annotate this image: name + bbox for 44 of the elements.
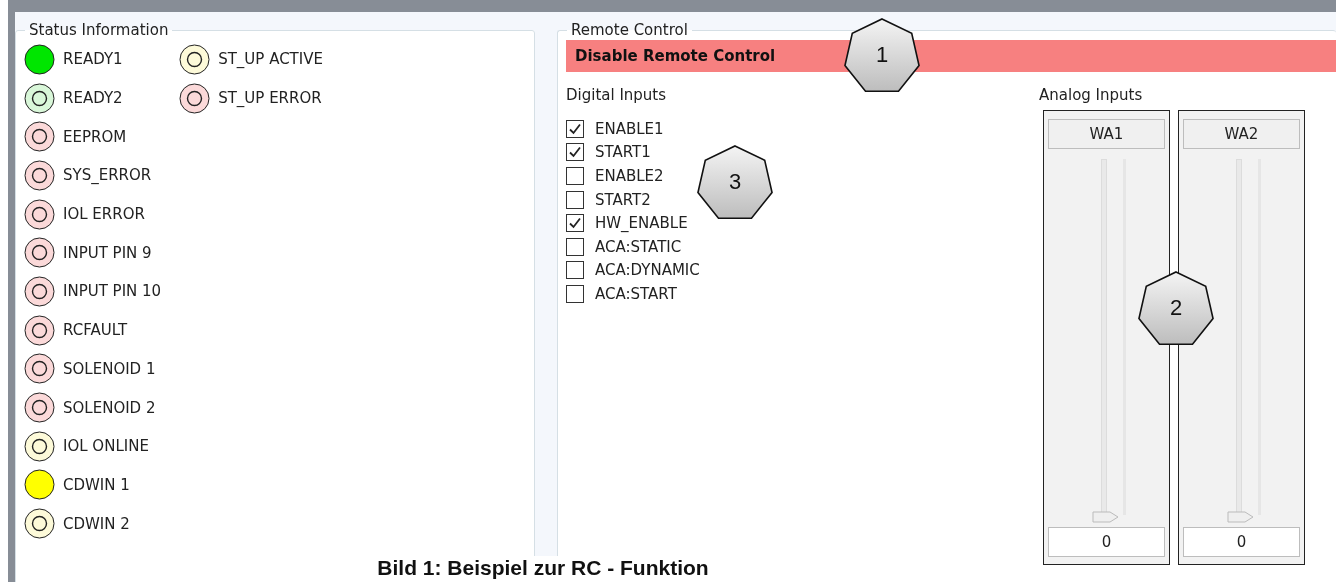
channel-header[interactable]: WA1 — [1048, 119, 1165, 149]
status-label: SOLENOID 1 — [63, 359, 156, 378]
checkbox[interactable] — [566, 167, 584, 185]
group-title: Remote Control — [570, 20, 689, 40]
checkbox-label: ACA:DYNAMIC — [595, 261, 700, 280]
checkbox[interactable] — [566, 143, 584, 162]
value-field[interactable]: 0 — [1048, 527, 1165, 557]
checkbox[interactable] — [566, 190, 584, 209]
checkbox[interactable] — [566, 119, 584, 138]
status-label: RCFAULT — [63, 321, 128, 340]
callout-marker: 3 — [695, 142, 775, 222]
status-label: SYS_ERROR — [63, 166, 152, 185]
status-label: READY1 — [63, 50, 123, 69]
status-label: ST_UP ERROR — [218, 89, 322, 108]
value-field[interactable]: 0 — [1183, 527, 1300, 557]
group-title: Status Information — [28, 20, 170, 40]
callout-marker: 2 — [1136, 268, 1216, 348]
checkbox[interactable] — [566, 214, 584, 233]
status-label: SOLENOID 2 — [63, 398, 156, 417]
checkbox-label: ENABLE1 — [595, 119, 664, 138]
checkbox-label: START2 — [595, 190, 651, 209]
section-title: Digital Inputs — [566, 86, 668, 106]
checkbox[interactable] — [566, 261, 584, 280]
status-label: INPUT PIN 9 — [63, 243, 152, 262]
status-label: CDWIN 2 — [63, 514, 130, 533]
slider-thumb[interactable] — [1092, 511, 1120, 523]
status-label: INPUT PIN 10 — [63, 282, 162, 301]
checkbox-label: ENABLE2 — [595, 167, 664, 185]
section-title: Analog Inputs — [1039, 86, 1144, 106]
checkbox-label: ACA:STATIC — [595, 237, 682, 256]
status-label: IOL ONLINE — [63, 437, 149, 456]
status-label: CDWIN 1 — [63, 475, 130, 494]
checkbox[interactable] — [566, 284, 584, 303]
channel-header[interactable]: WA2 — [1183, 119, 1300, 149]
checkbox-label: HW_ENABLE — [595, 214, 688, 233]
callout-marker: 1 — [842, 15, 922, 95]
status-label: IOL ERROR — [63, 205, 145, 224]
status-label: EEPROM — [63, 127, 127, 146]
status-label: ST_UP ACTIVE — [218, 50, 323, 69]
checkbox-label: START1 — [595, 143, 651, 162]
checkbox[interactable] — [566, 237, 584, 256]
checkbox-label: ACA:START — [595, 284, 677, 303]
status-label: READY2 — [63, 89, 123, 108]
slider-thumb[interactable] — [1227, 511, 1255, 523]
